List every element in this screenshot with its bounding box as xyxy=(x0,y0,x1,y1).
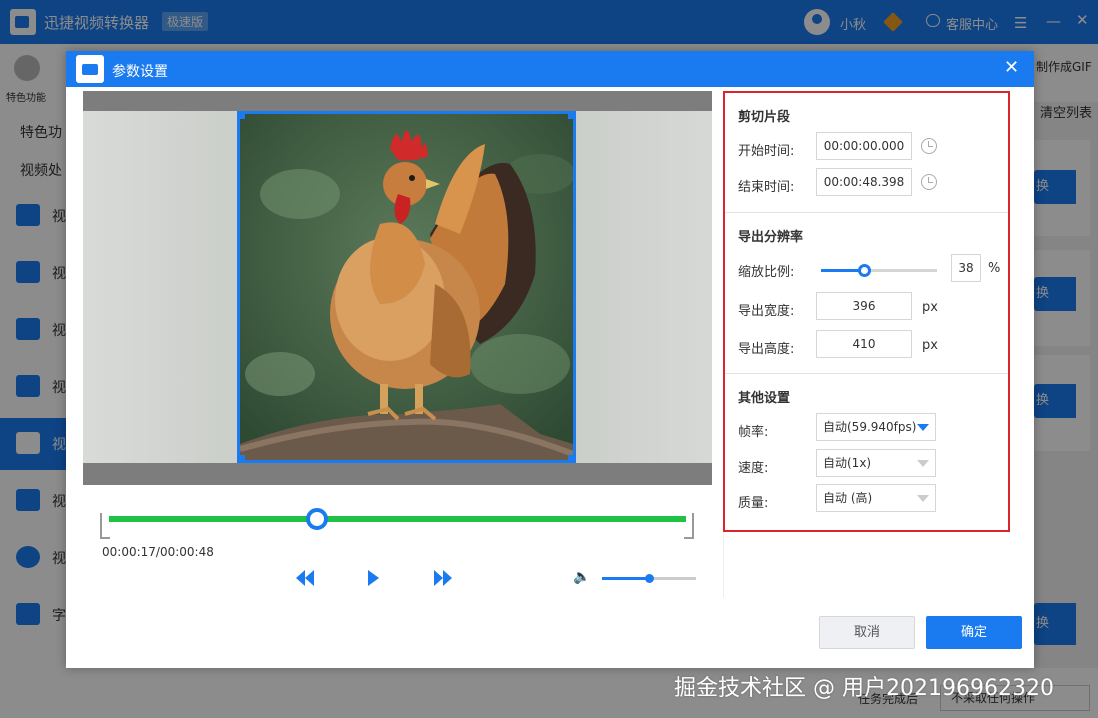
height-label: 导出高度: xyxy=(738,342,795,357)
quality-value: 自动 (高) xyxy=(823,491,873,505)
video-preview xyxy=(83,91,712,485)
crop-handle-top-right[interactable] xyxy=(568,114,573,119)
play-icon[interactable] xyxy=(366,567,380,589)
time-readout: 00:00:17/00:00:48 xyxy=(102,545,214,559)
scale-input[interactable]: 38 xyxy=(951,254,981,282)
volume-knob[interactable] xyxy=(645,574,654,583)
chevron-down-icon xyxy=(917,424,929,431)
speed-label: 速度: xyxy=(738,461,769,476)
app-logo-icon xyxy=(76,55,104,83)
playhead[interactable] xyxy=(305,508,328,530)
ok-button[interactable]: 确定 xyxy=(926,616,1022,649)
volume-icon[interactable]: 🔈 xyxy=(573,569,590,585)
watermark-text: 掘金技术社区 @ 用户2021969623​20 xyxy=(674,676,1054,701)
reset-icon[interactable] xyxy=(921,174,937,190)
fps-value: 自动(59.940fps) xyxy=(823,420,917,434)
volume-slider[interactable] xyxy=(602,574,696,583)
divider xyxy=(725,212,1008,213)
resolution-section-title: 导出分辨率 xyxy=(738,230,804,245)
cancel-button[interactable]: 取消 xyxy=(819,616,915,649)
trim-end-handle[interactable] xyxy=(684,513,694,539)
rooster-image xyxy=(240,114,573,460)
crop-handle-top-left[interactable] xyxy=(240,114,245,119)
settings-panel-footer xyxy=(723,532,1016,598)
start-time-label: 开始时间: xyxy=(738,144,795,159)
height-field[interactable]: 410 xyxy=(816,330,912,358)
crop-handle-bottom-right[interactable] xyxy=(568,455,573,460)
width-label: 导出宽度: xyxy=(738,304,795,319)
timeline-track[interactable] xyxy=(109,516,686,522)
parameter-settings-dialog: 参数设置 ✕ 00:00:17/00:00:48 🔈 剪切片段 开始时间: 00… xyxy=(66,51,1034,668)
timeline-area: 00:00:17/00:00:48 🔈 xyxy=(83,485,712,597)
close-icon[interactable]: ✕ xyxy=(1004,57,1019,79)
chevron-down-icon xyxy=(917,460,929,467)
rewind-icon[interactable] xyxy=(294,567,316,589)
divider xyxy=(725,373,1008,374)
crop-handle-bottom-left[interactable] xyxy=(240,455,245,460)
dialog-header: 参数设置 ✕ xyxy=(66,51,1034,87)
scale-slider[interactable] xyxy=(821,264,937,277)
chevron-down-icon xyxy=(917,495,929,502)
percent-unit: % xyxy=(988,261,1001,276)
clip-section-title: 剪切片段 xyxy=(738,110,791,125)
px-unit: px xyxy=(922,338,938,353)
width-field[interactable]: 396 xyxy=(816,292,912,320)
px-unit: px xyxy=(922,300,938,315)
end-time-label: 结束时间: xyxy=(738,180,795,195)
speed-select[interactable]: 自动(1x) xyxy=(816,449,936,477)
fps-label: 帧率: xyxy=(738,425,769,440)
fps-select[interactable]: 自动(59.940fps) xyxy=(816,413,936,441)
speed-value: 自动(1x) xyxy=(823,456,872,470)
quality-select[interactable]: 自动 (高) xyxy=(816,484,936,512)
fast-forward-icon[interactable] xyxy=(432,567,454,589)
quality-label: 质量: xyxy=(738,496,769,511)
settings-panel: 剪切片段 开始时间: 00:00:00.000 结束时间: 00:00:48.3… xyxy=(723,91,1010,532)
crop-box[interactable] xyxy=(237,111,576,463)
other-section-title: 其他设置 xyxy=(738,391,791,406)
reset-icon[interactable] xyxy=(921,138,937,154)
scale-label: 缩放比例: xyxy=(738,265,795,280)
volume-fill xyxy=(602,577,649,580)
end-time-field[interactable]: 00:00:48.398 xyxy=(816,168,912,196)
dialog-title: 参数设置 xyxy=(112,64,168,80)
start-time-field[interactable]: 00:00:00.000 xyxy=(816,132,912,160)
scale-knob[interactable] xyxy=(858,264,872,277)
